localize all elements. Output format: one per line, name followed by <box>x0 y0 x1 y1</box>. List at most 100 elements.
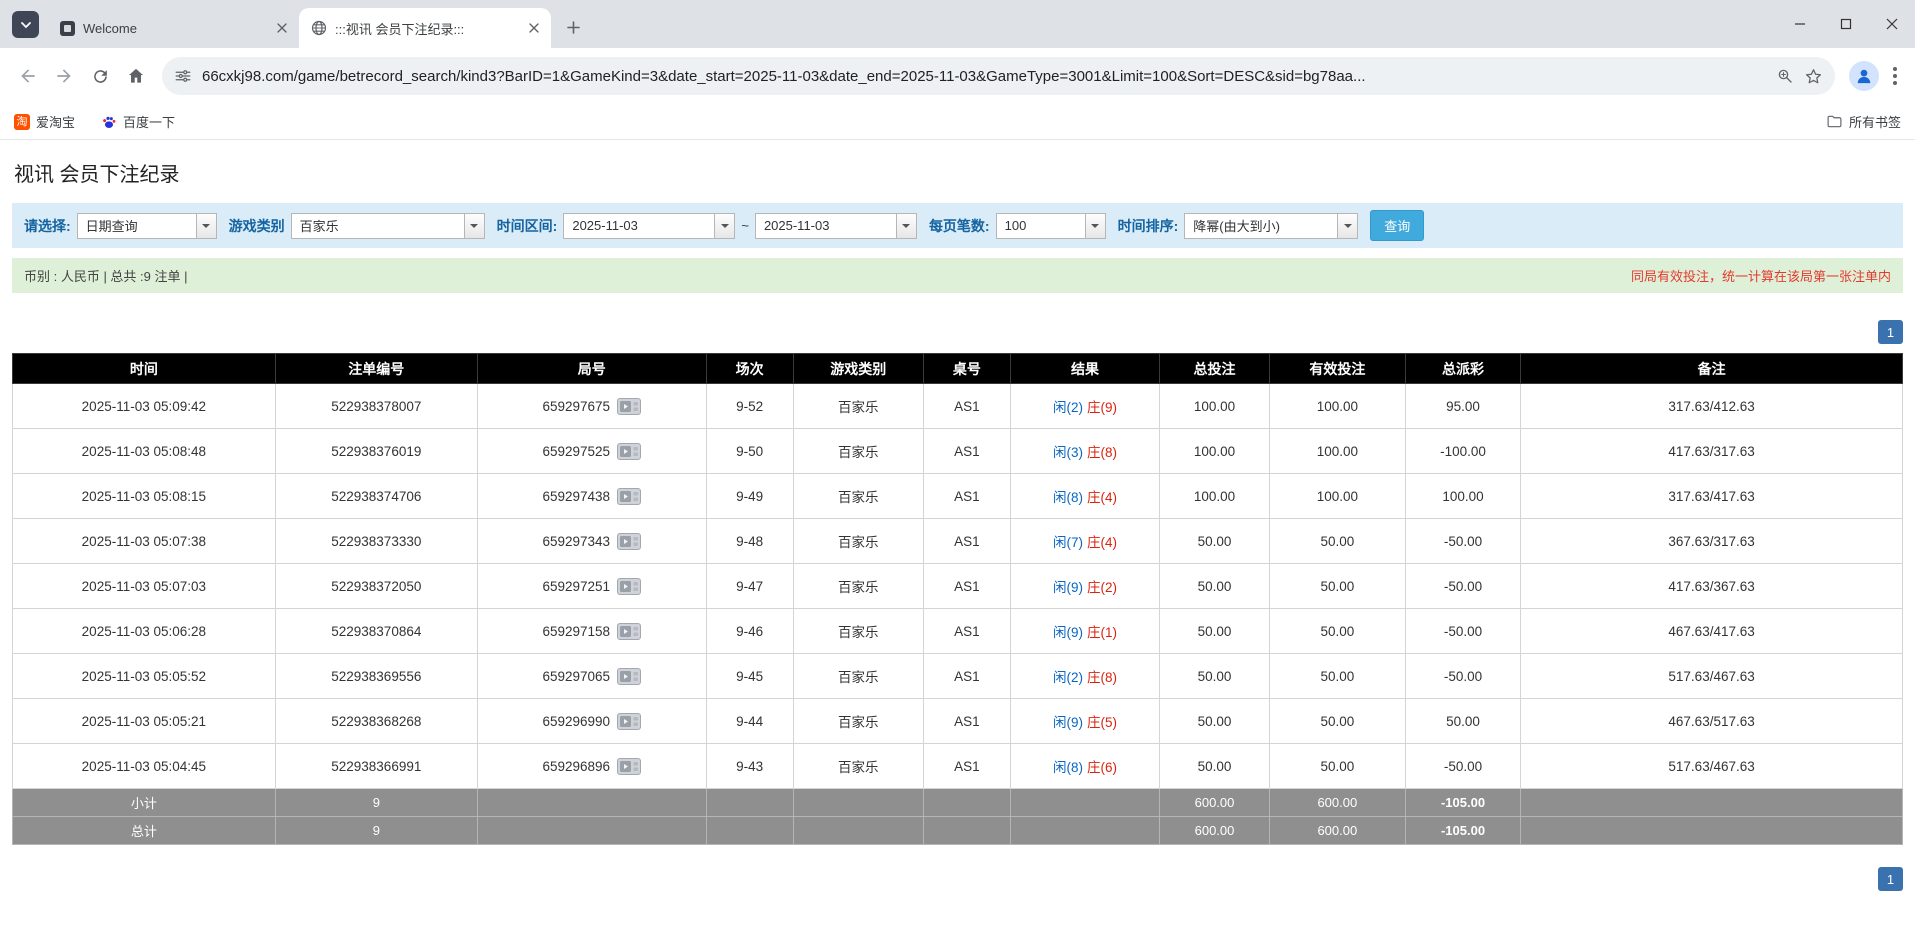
search-button[interactable]: 查询 <box>1370 210 1425 241</box>
date-end-combobox[interactable] <box>754 212 917 239</box>
cell-result: 闲(9) 庄(5) <box>1009 698 1161 744</box>
cell-time: 2025-11-03 05:06:28 <box>12 608 276 654</box>
combo-arrow-button[interactable] <box>714 213 735 238</box>
cell-total-bet[interactable]: 50.00 <box>1159 743 1270 789</box>
combo-arrow-button[interactable] <box>1337 213 1358 238</box>
combo-arrow-button[interactable] <box>463 213 484 238</box>
game-type-input[interactable] <box>291 213 464 238</box>
tab-bet-records[interactable]: :::视讯 会员下注纪录::: <box>299 8 551 48</box>
date-end-input[interactable] <box>755 213 896 238</box>
sort-combobox[interactable] <box>1184 212 1359 239</box>
cell-game: 百家乐 <box>792 653 924 699</box>
round-replay-icon[interactable] <box>617 622 642 640</box>
tab-title: Welcome <box>83 20 137 36</box>
date-start-combobox[interactable] <box>563 212 736 239</box>
tab-close-icon[interactable] <box>273 19 291 37</box>
close-button[interactable] <box>1869 0 1915 48</box>
cell-total-bet[interactable]: 100.00 <box>1159 473 1270 519</box>
round-number: 659297158 <box>542 623 611 639</box>
cell-valid-bet: 50.00 <box>1268 608 1406 654</box>
tab-welcome[interactable]: Welcome <box>47 8 299 48</box>
cell-session: 9-50 <box>705 428 794 474</box>
round-replay-icon[interactable] <box>617 532 642 550</box>
reload-icon <box>93 69 107 83</box>
profile-avatar[interactable] <box>1849 61 1879 91</box>
cell-note: 517.63/467.63 <box>1520 653 1903 699</box>
reload-button[interactable] <box>82 58 118 94</box>
round-number: 659297065 <box>542 668 611 684</box>
triangle-down-icon <box>470 223 479 232</box>
cell-total-bet[interactable]: 50.00 <box>1159 653 1270 699</box>
cell-total-bet[interactable]: 50.00 <box>1159 518 1270 564</box>
round-replay-icon[interactable] <box>617 712 642 730</box>
cell-note: 517.63/467.63 <box>1520 743 1903 789</box>
url-text[interactable]: 66cxkj98.com/game/betrecord_search/kind3… <box>202 68 1766 85</box>
cell-result: 闲(8) 庄(4) <box>1009 473 1161 519</box>
cell-total-bet[interactable]: 50.00 <box>1159 608 1270 654</box>
combo-arrow-button[interactable] <box>895 213 916 238</box>
cell-total-bet[interactable]: 100.00 <box>1159 428 1270 474</box>
summary-cell: 9 <box>274 788 478 817</box>
page-1-button[interactable]: 1 <box>1878 320 1903 344</box>
cell-round: 659297251 <box>476 563 707 609</box>
combo-arrow-button[interactable] <box>1084 213 1105 238</box>
bookmark-baidu[interactable]: 百度一下 <box>101 112 175 131</box>
bookmark-aitaobao[interactable]: 淘 爱淘宝 <box>14 112 75 131</box>
all-bookmarks-button[interactable]: 所有书签 <box>1826 112 1901 131</box>
cell-total-bet[interactable]: 50.00 <box>1159 563 1270 609</box>
date-start-input[interactable] <box>564 213 715 238</box>
address-bar[interactable]: 66cxkj98.com/game/betrecord_search/kind3… <box>162 57 1835 95</box>
column-header: 总派彩 <box>1404 353 1522 384</box>
person-icon <box>1857 69 1871 84</box>
round-replay-icon[interactable] <box>617 757 642 775</box>
site-info-icon[interactable] <box>174 67 192 85</box>
cell-session: 9-48 <box>705 518 794 564</box>
cell-game: 百家乐 <box>792 608 924 654</box>
triangle-down-icon <box>902 223 911 232</box>
browser-menu-button[interactable] <box>1885 59 1905 93</box>
result-banker: 庄(4) <box>1087 490 1118 505</box>
cell-session: 9-43 <box>705 743 794 789</box>
tab-close-icon[interactable] <box>525 19 543 37</box>
game-type-combobox[interactable] <box>290 212 485 239</box>
query-type-combobox[interactable] <box>76 212 217 239</box>
per-page-combobox[interactable] <box>995 212 1106 239</box>
cell-bet-id: 522938376019 <box>274 428 478 474</box>
cell-total-bet[interactable]: 50.00 <box>1159 698 1270 744</box>
cell-time: 2025-11-03 05:07:03 <box>12 563 276 609</box>
round-replay-icon[interactable] <box>617 442 642 460</box>
result-player: 闲(9) <box>1053 625 1084 640</box>
cell-payout: 50.00 <box>1404 698 1522 744</box>
forward-button[interactable] <box>46 58 82 94</box>
query-type-input[interactable] <box>77 213 196 238</box>
sort-input[interactable] <box>1185 213 1338 238</box>
round-number: 659296990 <box>542 713 611 729</box>
cell-total-bet[interactable]: 100.00 <box>1159 383 1270 429</box>
per-page-input[interactable] <box>996 213 1085 238</box>
cell-game: 百家乐 <box>792 743 924 789</box>
summary-cell <box>1520 816 1903 845</box>
arrow-left-icon <box>21 69 35 83</box>
round-replay-icon[interactable] <box>617 667 642 685</box>
summary-row: 总计 9 600.00 600.00 -105.00 <box>12 816 1903 845</box>
summary-label: 总计 <box>12 816 276 845</box>
tab-search-button[interactable] <box>12 11 39 38</box>
zoom-icon[interactable] <box>1776 67 1794 85</box>
info-bar: 币别 : 人民币 | 总共 :9 注单 | 同局有效投注，统一计算在该局第一张注… <box>12 258 1903 293</box>
combo-arrow-button[interactable] <box>195 213 216 238</box>
round-replay-icon[interactable] <box>617 487 642 505</box>
round-replay-icon[interactable] <box>617 397 642 415</box>
cell-round: 659297158 <box>476 608 707 654</box>
cell-session: 9-46 <box>705 608 794 654</box>
home-button[interactable] <box>118 58 154 94</box>
bookmark-star-icon[interactable] <box>1804 67 1823 86</box>
globe-icon <box>311 20 327 36</box>
back-button[interactable] <box>10 58 46 94</box>
summary-cell <box>922 788 1011 817</box>
new-tab-button[interactable] <box>559 13 587 41</box>
minimize-button[interactable] <box>1777 0 1823 48</box>
page-1-button[interactable]: 1 <box>1878 867 1903 891</box>
maximize-button[interactable] <box>1823 0 1869 48</box>
cell-time: 2025-11-03 05:05:52 <box>12 653 276 699</box>
round-replay-icon[interactable] <box>617 577 642 595</box>
